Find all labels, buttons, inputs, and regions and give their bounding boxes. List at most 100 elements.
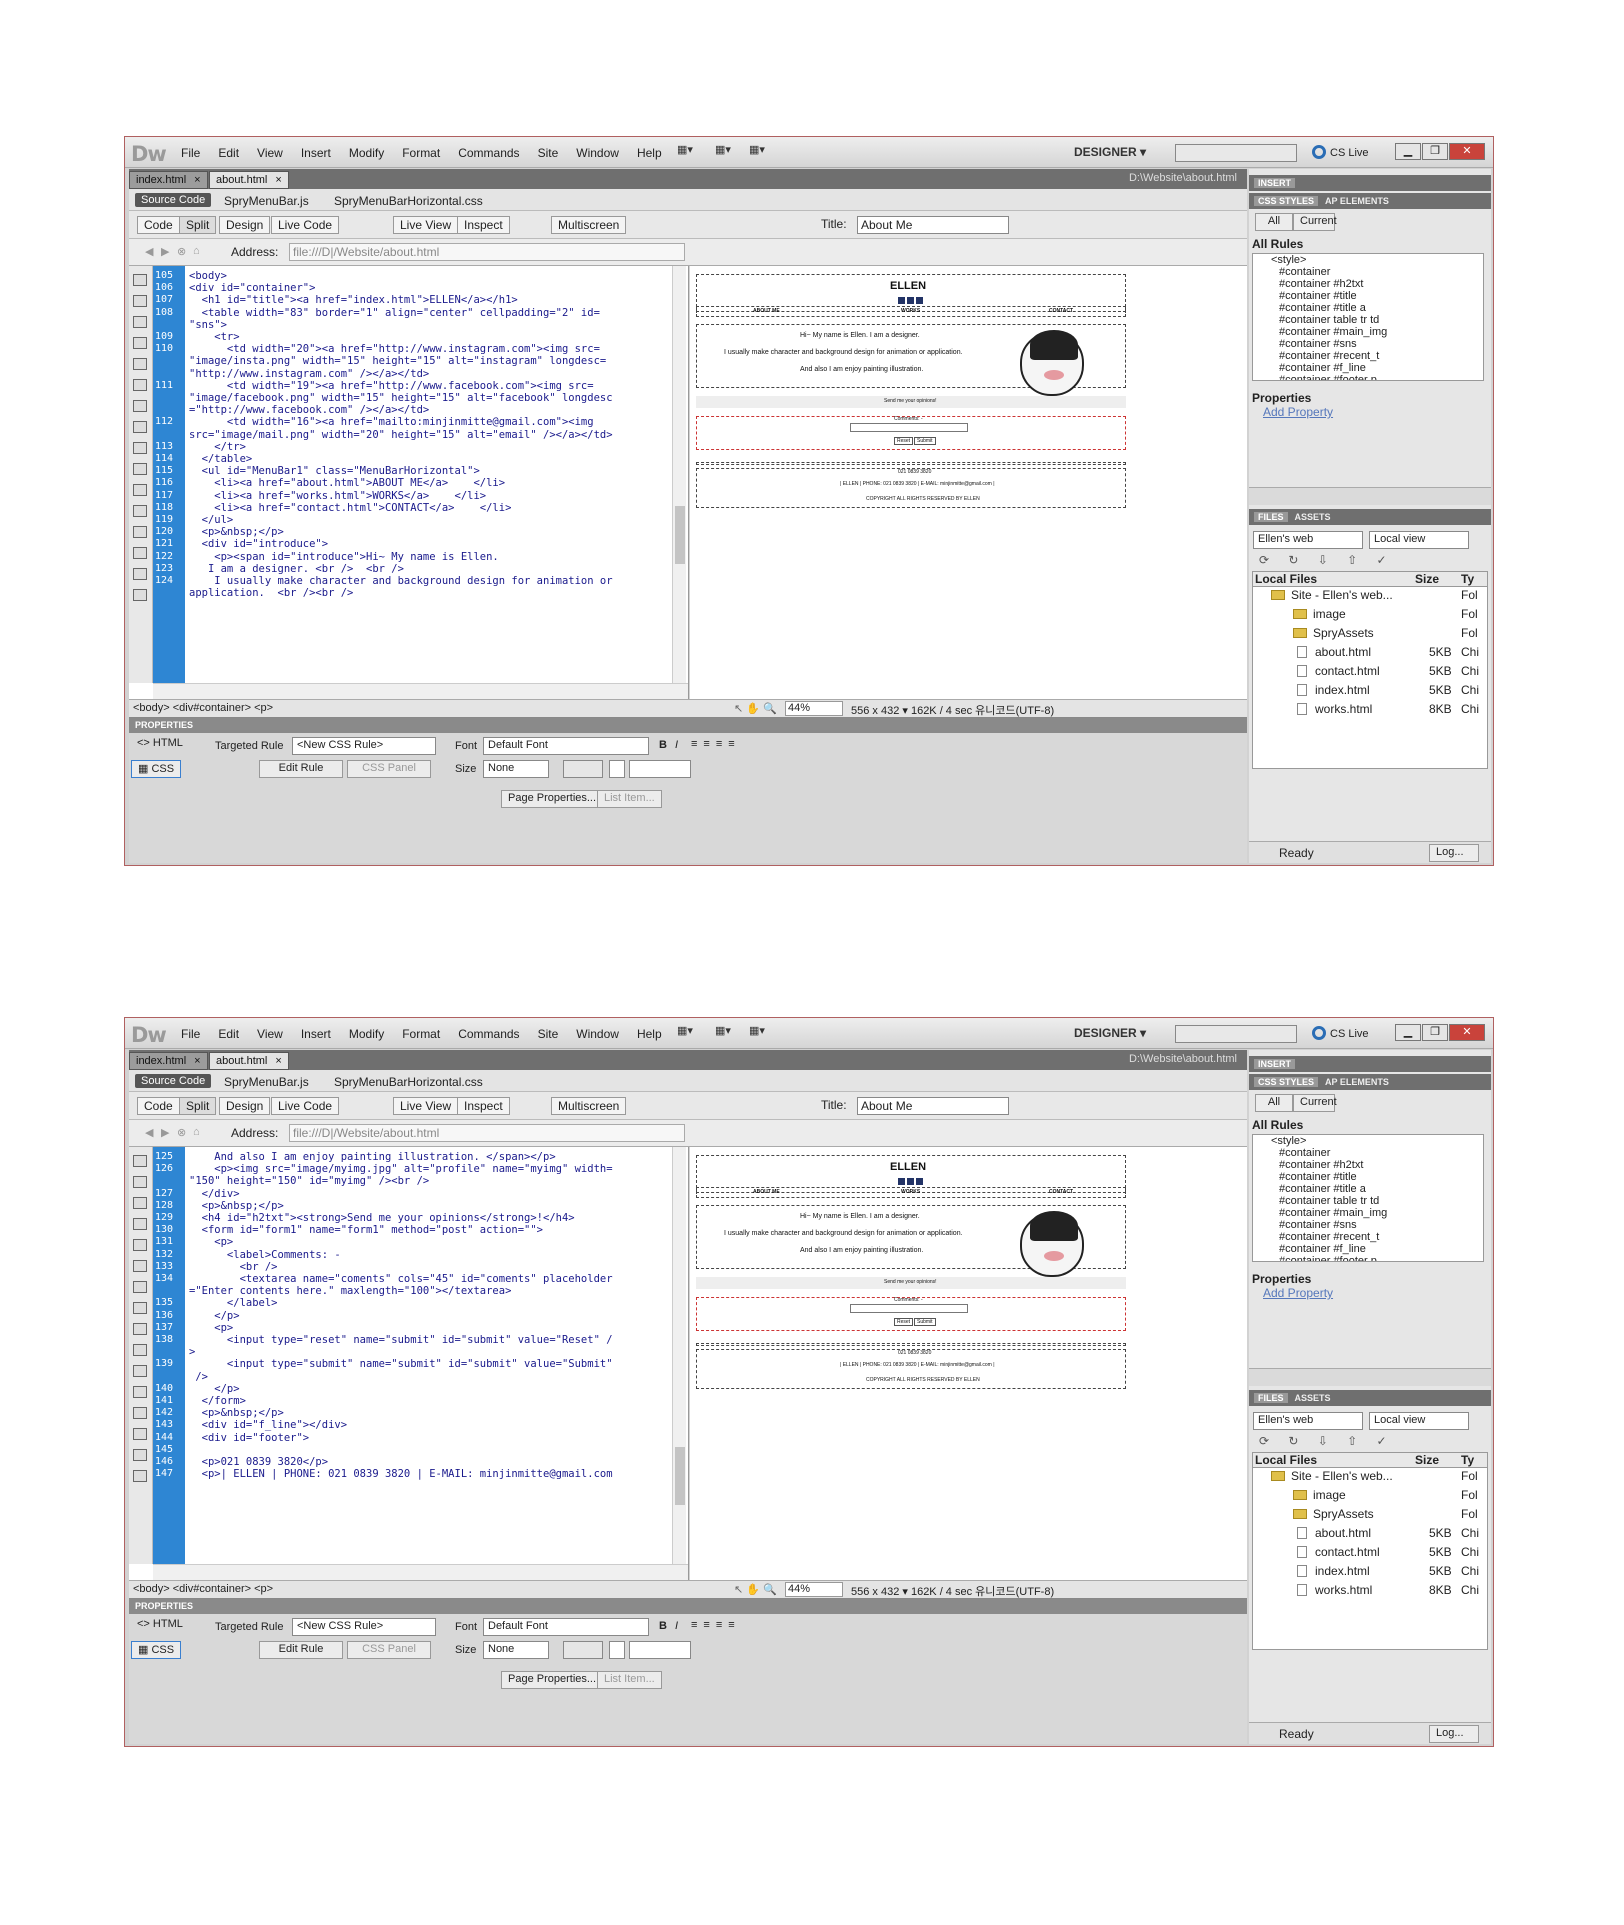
bold-button[interactable]: B <box>659 739 667 751</box>
live-view-button[interactable]: Live View <box>393 216 459 234</box>
files-tab[interactable]: FILES <box>1254 512 1288 522</box>
add-property-link[interactable]: Add Property <box>1263 1286 1333 1300</box>
file-row[interactable]: works.html 8KB Chi <box>1253 702 1487 719</box>
design-view[interactable]: ELLEN ABOUT ME WORKS CONTACT Hi~ My name is … <box>690 1147 1247 1580</box>
css-rule-item[interactable]: #container table tr td <box>1253 1195 1483 1207</box>
css-rule-item[interactable]: #container #f_line <box>1253 362 1483 374</box>
title-input[interactable]: About Me <box>857 1097 1009 1115</box>
file-row[interactable]: SpryAssets Fol <box>1253 626 1487 643</box>
source-code-button[interactable]: Source Code <box>135 193 212 207</box>
bold-button[interactable]: B <box>659 1620 667 1632</box>
css-rule-item[interactable]: #container table tr td <box>1253 314 1483 326</box>
align-icons[interactable]: ≡≡≡≡ <box>691 1619 741 1631</box>
assets-tab[interactable]: ASSETS <box>1291 1393 1335 1403</box>
preview-menu-item[interactable]: ABOUT ME <box>753 1189 780 1195</box>
menu-item-commands[interactable]: Commands <box>458 146 519 160</box>
design-view[interactable]: ELLEN ABOUT ME WORKS CONTACT Hi~ My name is … <box>690 266 1247 699</box>
tab-index-html[interactable]: index.html × <box>129 171 208 189</box>
coding-tool-icon[interactable] <box>133 1239 147 1251</box>
css-rule-item[interactable]: #container #recent_t <box>1253 1231 1483 1243</box>
css-rule-item[interactable]: #container #sns <box>1253 338 1483 350</box>
menu-item-window[interactable]: Window <box>576 1027 619 1041</box>
page-properties-button[interactable]: Page Properties... <box>501 790 604 808</box>
menu-item-site[interactable]: Site <box>538 1027 559 1041</box>
coding-tool-icon[interactable] <box>133 358 147 370</box>
color-swatch[interactable] <box>609 760 625 778</box>
extend-icon[interactable]: ▦▾ <box>749 1024 765 1042</box>
tag-selector[interactable]: <body> <div#container> <p> <box>133 1583 273 1595</box>
preview-menu-item[interactable]: CONTACT <box>1049 308 1073 314</box>
menu-item-file[interactable]: File <box>181 146 200 160</box>
coding-tool-icon[interactable] <box>133 463 147 475</box>
code-horizontal-scrollbar[interactable] <box>153 1564 688 1580</box>
css-panel-header[interactable]: CSS STYLES AP ELEMENTS <box>1249 193 1491 209</box>
code-view-button[interactable]: Code <box>137 216 180 234</box>
live-code-button[interactable]: Live Code <box>271 1097 340 1115</box>
css-rule-item[interactable]: #container #footer p <box>1253 1255 1483 1261</box>
file-row[interactable]: contact.html 5KB Chi <box>1253 1545 1487 1562</box>
css-rule-item[interactable]: #container #f_line <box>1253 1243 1483 1255</box>
font-select[interactable]: Default Font <box>483 737 649 755</box>
layout-icon[interactable]: ▦▾ <box>677 143 693 161</box>
file-row[interactable]: works.html 8KB Chi <box>1253 1583 1487 1600</box>
css-rule-item[interactable]: #container #main_img <box>1253 326 1483 338</box>
file-row[interactable]: image Fol <box>1253 607 1487 624</box>
related-file-spry-js[interactable]: SpryMenuBar.js <box>224 194 309 208</box>
file-row[interactable]: image Fol <box>1253 1488 1487 1505</box>
related-file-spry-js[interactable]: SpryMenuBar.js <box>224 1075 309 1089</box>
coding-tool-icon[interactable] <box>133 337 147 349</box>
insert-tab[interactable]: INSERT <box>1254 1059 1296 1069</box>
coding-tool-icon[interactable] <box>133 505 147 517</box>
css-rule-item[interactable]: #container #title <box>1253 290 1483 302</box>
submit-button[interactable]: Submit <box>914 437 936 445</box>
back-icon[interactable]: ◀ <box>145 1126 153 1139</box>
close-icon[interactable]: × <box>194 1055 200 1067</box>
code-editor[interactable]: <body> <div id="container"> <h1 id="title… <box>189 266 670 683</box>
files-toolbar-icons[interactable]: ⟳ ↻ ⇩ ⇧ ✓ <box>1259 1434 1395 1448</box>
extend-icon[interactable]: ▦▾ <box>749 143 765 161</box>
gear-icon[interactable]: ▦▾ <box>715 1024 731 1042</box>
zoom-select[interactable]: 44% <box>785 701 843 716</box>
close-icon[interactable]: × <box>275 1055 281 1067</box>
menu-item-commands[interactable]: Commands <box>458 1027 519 1041</box>
coding-tool-icon[interactable] <box>133 589 147 601</box>
live-code-button[interactable]: Live Code <box>271 216 340 234</box>
css-rule-item[interactable]: #container <box>1253 1147 1483 1159</box>
list-item-button[interactable]: List Item... <box>597 1671 662 1689</box>
live-view-button[interactable]: Live View <box>393 1097 459 1115</box>
italic-button[interactable]: I <box>675 739 678 751</box>
css-rules-list[interactable]: <style> #container #container #h2txt #conta… <box>1252 1134 1484 1262</box>
menu-item-help[interactable]: Help <box>637 146 662 160</box>
add-property-link[interactable]: Add Property <box>1263 405 1333 419</box>
coding-tool-icon[interactable] <box>133 547 147 559</box>
workspace-switcher[interactable]: DESIGNER ▾ <box>1074 1026 1146 1040</box>
stop-icon[interactable]: ⊗ <box>177 245 186 258</box>
menu-item-view[interactable]: View <box>257 146 283 160</box>
code-editor[interactable]: And also I am enjoy painting illustratio… <box>189 1147 670 1564</box>
comments-textarea[interactable] <box>850 1304 968 1313</box>
coding-tool-icon[interactable] <box>133 1260 147 1272</box>
home-icon[interactable]: ⌂ <box>193 245 200 257</box>
site-select[interactable]: Ellen's web <box>1253 531 1363 549</box>
css-rule-item[interactable]: #container #title a <box>1253 1183 1483 1195</box>
coding-tool-icon[interactable] <box>133 484 147 496</box>
files-tab[interactable]: FILES <box>1254 1393 1288 1403</box>
coding-tool-icon[interactable] <box>133 1197 147 1209</box>
preview-menu-item[interactable]: ABOUT ME <box>753 308 780 314</box>
assets-tab[interactable]: ASSETS <box>1291 512 1335 522</box>
color-input[interactable] <box>629 1641 691 1659</box>
view-select[interactable]: Local view <box>1369 1412 1469 1430</box>
file-row[interactable]: SpryAssets Fol <box>1253 1507 1487 1524</box>
current-button[interactable]: Current <box>1293 1094 1337 1112</box>
stop-icon[interactable]: ⊗ <box>177 1126 186 1139</box>
size-unit-select[interactable] <box>563 1641 603 1659</box>
tab-index-html[interactable]: index.html × <box>129 1052 208 1070</box>
insert-panel-header[interactable]: INSERT <box>1249 1056 1491 1072</box>
log-button[interactable]: Log... <box>1429 844 1479 862</box>
insert-tab[interactable]: INSERT <box>1254 178 1296 188</box>
targeted-rule-select[interactable]: <New CSS Rule> <box>292 1618 436 1636</box>
menu-item-file[interactable]: File <box>181 1027 200 1041</box>
css-rule-item[interactable]: #container #recent_t <box>1253 350 1483 362</box>
css-rules-list[interactable]: <style> #container #container #h2txt #conta… <box>1252 253 1484 381</box>
css-rule-item[interactable]: <style> <box>1253 1135 1483 1147</box>
